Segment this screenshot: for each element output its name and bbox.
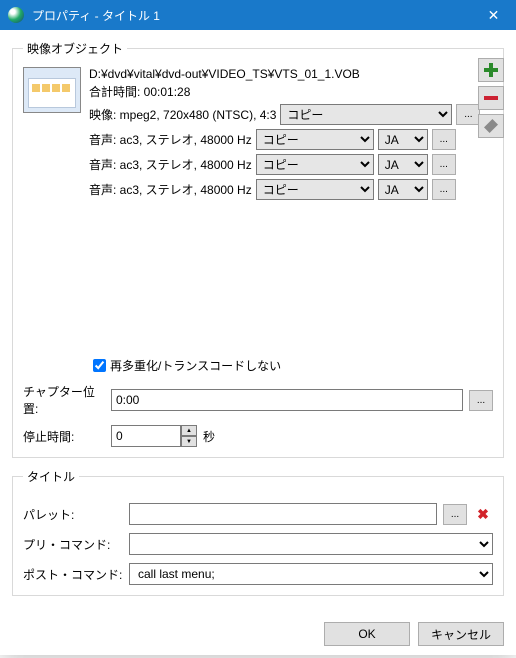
palette-label: パレット: xyxy=(23,506,123,523)
pause-time-spinner[interactable]: ▲ ▼ xyxy=(111,425,197,447)
title-legend: タイトル xyxy=(23,468,79,485)
ok-button[interactable]: OK xyxy=(324,622,410,646)
remove-button[interactable] xyxy=(478,86,504,110)
no-remux-label: 再多重化/トランスコードしない xyxy=(110,357,281,374)
no-remux-checkbox[interactable] xyxy=(93,359,106,372)
pause-time-input[interactable] xyxy=(111,425,181,447)
file-path: D:¥dvd¥vital¥dvd-out¥VIDEO_TS¥VTS_01_1.V… xyxy=(89,67,493,81)
audio2-codec-select[interactable]: コピー xyxy=(256,154,374,175)
chapter-pos-button[interactable]: ... xyxy=(469,390,493,411)
video-options-button[interactable]: ... xyxy=(456,104,480,125)
pre-command-select[interactable] xyxy=(129,533,493,555)
audio2-options-button[interactable]: ... xyxy=(432,154,456,175)
video-object-legend: 映像オブジェクト xyxy=(23,40,127,57)
properties-button[interactable] xyxy=(478,114,504,138)
chapter-pos-label: チャプター位置: xyxy=(23,383,105,417)
pause-time-unit: 秒 xyxy=(203,428,215,445)
audio1-codec-select[interactable]: コピー xyxy=(256,129,374,150)
title-bar: プロパティ - タイトル 1 ✕ xyxy=(0,0,516,30)
audio2-lang-select[interactable]: JA xyxy=(378,154,428,175)
duration-label: 合計時間: 00:01:28 xyxy=(89,83,493,100)
spinner-up-icon[interactable]: ▲ xyxy=(181,425,197,436)
cancel-button[interactable]: キャンセル xyxy=(418,622,504,646)
chapter-pos-input[interactable] xyxy=(111,389,463,411)
video-thumbnail[interactable] xyxy=(23,67,81,113)
palette-clear-button[interactable]: ✖ xyxy=(473,504,493,524)
video-format-label: 映像: mpeg2, 720x480 (NTSC), 4:3 xyxy=(89,106,276,123)
pre-command-label: プリ・コマンド: xyxy=(23,536,123,553)
wrench-icon xyxy=(484,119,498,133)
x-icon: ✖ xyxy=(477,506,489,523)
palette-browse-button[interactable]: ... xyxy=(443,504,467,525)
audio3-lang-select[interactable]: JA xyxy=(378,179,428,200)
empty-list-area xyxy=(23,200,493,350)
audio3-codec-select[interactable]: コピー xyxy=(256,179,374,200)
audio3-options-button[interactable]: ... xyxy=(432,179,456,200)
title-group: タイトル パレット: ... ✖ プリ・コマンド: ポスト・コマンド: call… xyxy=(12,468,504,596)
add-button[interactable] xyxy=(478,58,504,82)
window-title: プロパティ - タイトル 1 xyxy=(32,7,471,24)
post-command-label: ポスト・コマンド: xyxy=(23,566,123,583)
audio3-format-label: 音声: ac3, ステレオ, 48000 Hz xyxy=(89,181,252,198)
minus-icon xyxy=(484,96,498,100)
spinner-down-icon[interactable]: ▼ xyxy=(181,436,197,447)
video-object-group: 映像オブジェクト D:¥dvd¥vital¥dvd-out¥VIDEO_TS¥V… xyxy=(12,40,504,458)
post-command-select[interactable]: call last menu; xyxy=(129,563,493,585)
audio1-options-button[interactable]: ... xyxy=(432,129,456,150)
audio1-lang-select[interactable]: JA xyxy=(378,129,428,150)
close-icon[interactable]: ✕ xyxy=(471,0,516,30)
pause-time-label: 停止時間: xyxy=(23,428,105,445)
app-icon xyxy=(8,7,24,23)
plus-icon xyxy=(484,63,498,77)
audio1-format-label: 音声: ac3, ステレオ, 48000 Hz xyxy=(89,131,252,148)
palette-input[interactable] xyxy=(129,503,437,525)
video-codec-select[interactable]: コピー xyxy=(280,104,452,125)
audio2-format-label: 音声: ac3, ステレオ, 48000 Hz xyxy=(89,156,252,173)
